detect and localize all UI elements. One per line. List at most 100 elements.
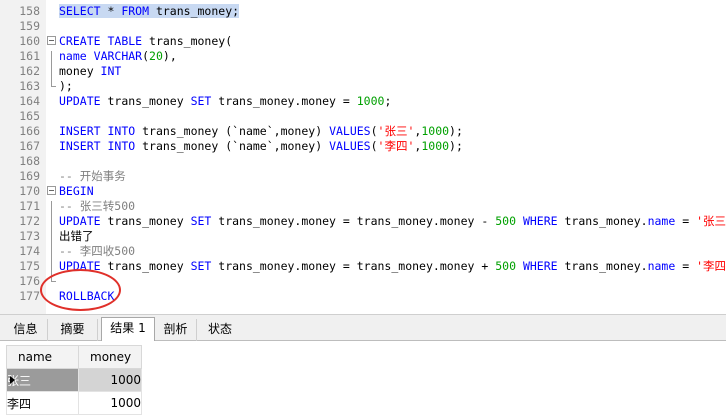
code-token: ( [370, 139, 378, 153]
code-token: '李四' [377, 139, 415, 153]
cell-name-text: 李四 [7, 396, 32, 411]
red-circle-annotation [40, 269, 121, 311]
code-line[interactable]: 175 UPDATE trans_money SET trans_money.mo… [0, 259, 726, 274]
line-number: 170 [19, 184, 40, 198]
cell-money[interactable]: 1000 [78, 391, 142, 415]
code-line[interactable]: 168 [0, 154, 726, 169]
code-text: UPDATE trans_money SET trans_money.money… [59, 214, 726, 229]
code-line[interactable]: 169 -- 开始事务 [0, 169, 726, 184]
code-token: trans_money.money = trans_money.money + [211, 259, 496, 273]
tab-info[interactable]: 信息 [4, 319, 48, 341]
code-token: trans_money. [557, 214, 648, 228]
code-token: trans_money; [149, 4, 240, 18]
code-token: ; [384, 94, 392, 108]
line-number: 172 [19, 214, 40, 228]
code-token: trans_money [100, 94, 191, 108]
code-token: 500 [495, 259, 516, 273]
code-line[interactable]: 161 name VARCHAR(20), [0, 49, 726, 64]
code-token: trans_money [100, 214, 191, 228]
code-line[interactable]: 163); [0, 79, 726, 94]
line-number: 166 [19, 124, 40, 138]
tab-status[interactable]: 状态 [197, 319, 243, 341]
code-token: 20 [149, 49, 163, 63]
code-line[interactable]: 171 -- 张三转500 [0, 199, 726, 214]
line-number: 163 [19, 79, 40, 93]
cell-name[interactable]: 张三 [6, 368, 79, 392]
code-token: INT [100, 64, 122, 78]
fold-toggle-icon[interactable] [47, 186, 56, 195]
code-line[interactable]: 160 CREATE TABLE trans_money( [0, 34, 726, 49]
line-number: 164 [19, 94, 40, 108]
code-text: SELECT * FROM trans_money; [59, 4, 240, 19]
code-token: VARCHAR [93, 49, 143, 63]
code-text: BEGIN [59, 184, 94, 199]
code-token: 500 [495, 214, 516, 228]
line-number: 159 [19, 19, 40, 33]
tab-summary[interactable]: 摘要 [48, 319, 98, 341]
cell-name[interactable]: 李四 [6, 391, 79, 415]
code-line[interactable]: 164 UPDATE trans_money SET trans_money.mo… [0, 94, 726, 109]
table-row[interactable]: 张三 1000 [6, 368, 142, 392]
code-text: money INT [59, 64, 121, 79]
code-line[interactable]: 167 INSERT INTO trans_money (`name`,money… [0, 139, 726, 154]
fold-end-create [51, 86, 56, 87]
code-token: UPDATE [59, 94, 101, 108]
code-text: -- 李四收500 [59, 244, 135, 259]
line-number: 158 [19, 4, 40, 18]
code-token: BEGIN [59, 184, 94, 198]
line-number: 165 [19, 109, 40, 123]
code-line[interactable]: 170 BEGIN [0, 184, 726, 199]
code-token: ( [142, 49, 150, 63]
line-number: 168 [19, 154, 40, 168]
code-token: trans_money.money = [211, 94, 357, 108]
sql-editor[interactable]: 158 SELECT * FROM trans_money; 159 160 CREAT… [0, 0, 726, 314]
code-text: 出错了 [59, 229, 94, 244]
code-text: CREATE TABLE trans_money( [59, 34, 232, 49]
result-tab-bar: 信息 摘要 结果 1 剖析 状态 [0, 314, 726, 342]
code-token: INTO [107, 139, 136, 153]
code-token: VALUES [329, 124, 371, 138]
code-token: * [100, 4, 122, 18]
code-line[interactable]: 172 UPDATE trans_money SET trans_money.mo… [0, 214, 726, 229]
cell-money[interactable]: 1000 [78, 368, 142, 392]
code-text: -- 开始事务 [59, 169, 126, 184]
line-number: 162 [19, 64, 40, 78]
tab-result-1[interactable]: 结果 1 [101, 317, 155, 342]
code-line[interactable]: 173 出错了 [0, 229, 726, 244]
code-token: ); [449, 124, 463, 138]
code-token: INSERT [59, 139, 101, 153]
line-number: 167 [19, 139, 40, 153]
table-row[interactable]: 李四 1000 [6, 391, 142, 415]
column-header-money[interactable]: money [78, 345, 142, 369]
code-token: '张三' [696, 214, 726, 228]
code-token: name [647, 259, 676, 273]
line-number: 171 [19, 199, 40, 213]
code-token: '李四' [696, 259, 726, 273]
code-text: name VARCHAR(20), [59, 49, 177, 64]
line-number: 161 [19, 49, 40, 63]
fold-guide-create [51, 51, 52, 86]
code-line[interactable]: 165 [0, 109, 726, 124]
code-line[interactable]: 162 money INT [0, 64, 726, 79]
code-line[interactable]: 159 [0, 19, 726, 34]
code-token: -- 李四收500 [59, 244, 136, 258]
code-token: SET [190, 259, 212, 273]
row-pointer-icon [10, 376, 15, 384]
code-token: trans_money (`name`,money) [135, 139, 330, 153]
tab-profile[interactable]: 剖析 [155, 319, 197, 341]
code-token: WHERE [522, 259, 558, 273]
code-token: trans_money( [142, 34, 233, 48]
code-token: name [59, 49, 87, 63]
code-token: money [59, 64, 101, 78]
result-grid: name money 张三 1000 李四 1000 [6, 345, 142, 415]
code-text: UPDATE trans_money SET trans_money.money… [59, 94, 391, 109]
code-line[interactable]: 166 INSERT INTO trans_money (`name`,money… [0, 124, 726, 139]
code-token: 1000 [421, 139, 450, 153]
column-header-name[interactable]: name [6, 345, 79, 369]
line-number: 173 [19, 229, 40, 243]
fold-toggle-icon[interactable] [47, 36, 56, 45]
code-line[interactable]: 158 SELECT * FROM trans_money; [0, 4, 726, 19]
code-line[interactable]: 174 -- 李四收500 [0, 244, 726, 259]
